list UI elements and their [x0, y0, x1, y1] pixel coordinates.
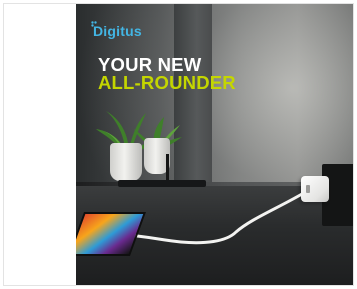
promo-banner[interactable]: Digitus YOUR NEW ALL-ROUNDER [76, 4, 353, 285]
headline: YOUR NEW ALL-ROUNDER [98, 55, 236, 93]
brand-logo[interactable]: Digitus [93, 23, 142, 39]
ad-frame: Digitus YOUR NEW ALL-ROUNDER [3, 3, 354, 286]
headline-line-2: ALL-ROUNDER [98, 72, 236, 93]
blank-side-panel [4, 4, 76, 285]
